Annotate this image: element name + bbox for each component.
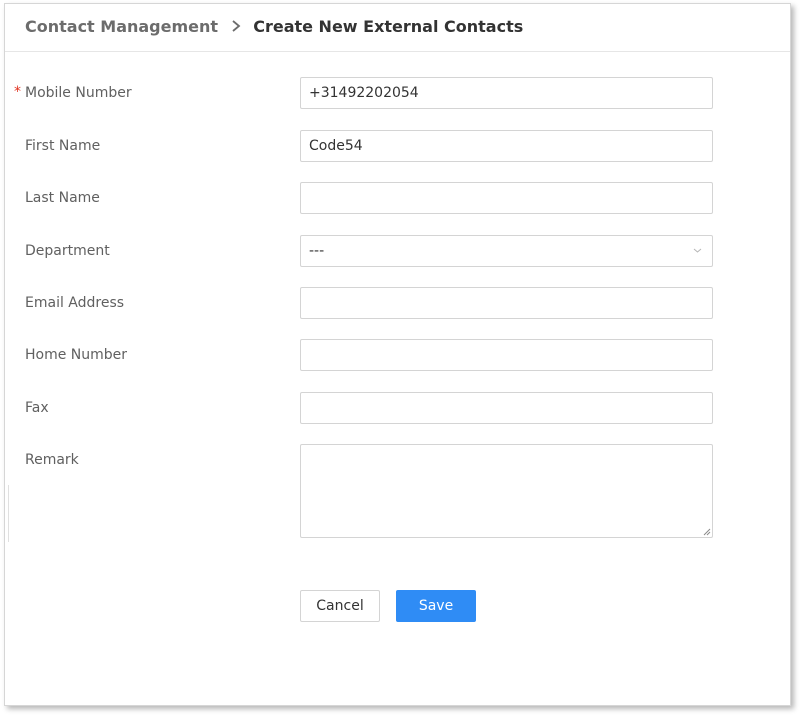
cancel-button[interactable]: Cancel	[300, 590, 380, 622]
form-row-department: Department ---	[5, 235, 790, 267]
email-address-input[interactable]	[300, 287, 713, 319]
first-name-label: First Name	[25, 138, 101, 154]
department-select[interactable]: ---	[300, 235, 713, 267]
form-row-last-name: Last Name	[5, 182, 790, 214]
form-row-first-name: First Name	[5, 130, 790, 162]
remark-label: Remark	[25, 452, 79, 468]
home-number-input[interactable]	[300, 339, 713, 371]
page-title: Create New External Contacts	[253, 17, 524, 36]
fax-input[interactable]	[300, 392, 713, 424]
mobile-number-input[interactable]	[300, 77, 713, 109]
last-name-label: Last Name	[25, 190, 100, 206]
department-label: Department	[25, 243, 110, 259]
breadcrumb-parent-link[interactable]: Contact Management	[25, 17, 218, 36]
resize-grip-icon[interactable]	[703, 528, 711, 536]
fax-label: Fax	[25, 400, 49, 416]
page-header: Contact Management Create New External C…	[5, 4, 790, 52]
department-selected-value: ---	[309, 243, 325, 259]
form-row-mobile-number: * Mobile Number	[5, 77, 790, 109]
form-row-remark: Remark	[5, 444, 790, 538]
home-number-label: Home Number	[25, 347, 128, 363]
remark-textarea[interactable]	[300, 444, 713, 538]
form-row-email-address: Email Address	[5, 287, 790, 319]
last-name-input[interactable]	[300, 182, 713, 214]
required-marker: *	[14, 84, 21, 100]
chevron-down-icon	[693, 248, 702, 253]
form-row-home-number: Home Number	[5, 339, 790, 371]
mobile-number-label: Mobile Number	[25, 85, 132, 101]
first-name-input[interactable]	[300, 130, 713, 162]
form-row-fax: Fax	[5, 392, 790, 424]
dialog-window: Contact Management Create New External C…	[4, 3, 791, 706]
save-button[interactable]: Save	[396, 590, 476, 622]
chevron-right-icon	[232, 20, 241, 32]
email-address-label: Email Address	[25, 295, 125, 311]
breadcrumb: Contact Management Create New External C…	[25, 17, 523, 37]
